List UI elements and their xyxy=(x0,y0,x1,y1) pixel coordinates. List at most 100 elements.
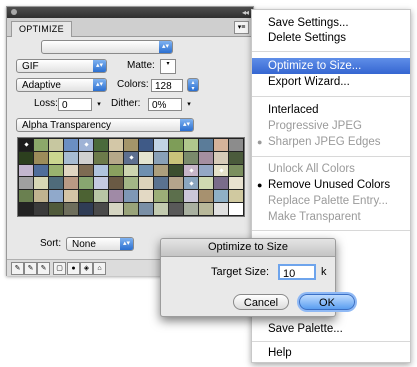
cube-icon[interactable]: ◈ xyxy=(80,262,93,275)
color-swatch[interactable] xyxy=(184,151,198,164)
format-select[interactable]: GIF ▴▾ xyxy=(16,59,107,73)
color-swatch[interactable] xyxy=(154,164,168,177)
color-swatch[interactable] xyxy=(154,139,168,151)
color-swatch[interactable] xyxy=(184,177,198,190)
color-swatch[interactable] xyxy=(94,139,108,151)
preset-select[interactable]: ▴▾ xyxy=(41,40,173,54)
color-swatch[interactable] xyxy=(139,190,153,203)
tab-optimize[interactable]: OPTIMIZE xyxy=(11,21,72,37)
color-swatch[interactable] xyxy=(34,190,48,203)
delete-color-icon[interactable]: ⌂ xyxy=(93,262,106,275)
target-size-input[interactable]: 10 xyxy=(278,264,316,280)
color-swatch[interactable] xyxy=(229,203,243,215)
color-swatch[interactable] xyxy=(184,164,198,177)
color-swatch[interactable] xyxy=(19,139,33,151)
matte-swatch[interactable]: ▾ xyxy=(160,59,176,74)
color-swatch[interactable] xyxy=(169,177,183,190)
colors-stepper[interactable]: ▴ ▾ xyxy=(187,78,199,92)
color-swatch[interactable] xyxy=(139,139,153,151)
menu-item-save-palette[interactable]: Save Palette... xyxy=(268,322,343,336)
color-swatch[interactable] xyxy=(214,190,228,203)
color-swatch[interactable] xyxy=(169,151,183,164)
menu-item-optimize-to-size[interactable]: Optimize to Size... xyxy=(252,58,410,74)
color-swatch[interactable] xyxy=(184,203,198,215)
color-swatch[interactable] xyxy=(94,151,108,164)
color-swatch[interactable] xyxy=(199,190,213,203)
loss-field[interactable]: 0 xyxy=(58,98,92,111)
sort-select[interactable]: None ▴▾ xyxy=(66,237,134,251)
color-swatch[interactable] xyxy=(214,203,228,215)
colors-field[interactable]: 128 xyxy=(151,79,183,92)
color-swatch[interactable] xyxy=(109,177,123,190)
color-swatch[interactable] xyxy=(124,177,138,190)
close-icon[interactable] xyxy=(11,9,17,15)
color-swatch[interactable] xyxy=(124,203,138,215)
color-swatch[interactable] xyxy=(34,164,48,177)
color-swatch[interactable] xyxy=(199,164,213,177)
color-swatch[interactable] xyxy=(109,203,123,215)
color-swatch[interactable] xyxy=(34,151,48,164)
color-swatch[interactable] xyxy=(214,177,228,190)
color-swatch[interactable] xyxy=(169,139,183,151)
color-swatch[interactable] xyxy=(154,177,168,190)
color-swatch[interactable] xyxy=(94,203,108,215)
color-swatch[interactable] xyxy=(199,177,213,190)
color-swatch[interactable] xyxy=(19,190,33,203)
menu-item-save-settings[interactable]: Save Settings... xyxy=(268,16,349,30)
color-swatch[interactable] xyxy=(64,203,78,215)
menu-item-remove-unused-colors[interactable]: Remove Unused Colors xyxy=(268,178,390,192)
menu-item-help[interactable]: Help xyxy=(268,346,292,360)
color-swatch[interactable] xyxy=(229,151,243,164)
color-swatch[interactable] xyxy=(64,164,78,177)
color-swatch[interactable] xyxy=(169,190,183,203)
color-swatch[interactable] xyxy=(169,203,183,215)
color-swatch[interactable] xyxy=(49,139,63,151)
transparency-select[interactable]: Alpha Transparency ▴▾ xyxy=(16,118,194,132)
color-swatch[interactable] xyxy=(229,190,243,203)
color-swatch[interactable] xyxy=(64,139,78,151)
color-swatch[interactable] xyxy=(154,151,168,164)
color-swatch[interactable] xyxy=(49,164,63,177)
collapse-icon[interactable]: ◂◂ xyxy=(242,7,249,18)
color-swatch[interactable] xyxy=(94,190,108,203)
color-swatch[interactable] xyxy=(19,203,33,215)
menu-item-interlaced[interactable]: Interlaced xyxy=(268,103,319,117)
color-swatch[interactable] xyxy=(94,177,108,190)
color-swatch[interactable] xyxy=(49,203,63,215)
color-swatch[interactable] xyxy=(19,164,33,177)
color-swatch[interactable] xyxy=(79,203,93,215)
color-swatch[interactable] xyxy=(64,177,78,190)
color-swatch[interactable] xyxy=(109,151,123,164)
cancel-button[interactable]: Cancel xyxy=(233,294,289,310)
menu-item-export-wizard[interactable]: Export Wizard... xyxy=(268,75,350,89)
color-swatch[interactable] xyxy=(199,139,213,151)
color-swatch[interactable] xyxy=(34,139,48,151)
color-swatch[interactable] xyxy=(124,190,138,203)
color-swatch[interactable] xyxy=(79,164,93,177)
color-swatch[interactable] xyxy=(79,139,93,151)
ok-button[interactable]: OK xyxy=(299,294,355,310)
color-swatch[interactable] xyxy=(109,139,123,151)
color-swatch[interactable] xyxy=(199,203,213,215)
color-swatch[interactable] xyxy=(64,190,78,203)
color-swatch[interactable] xyxy=(229,139,243,151)
palette-select[interactable]: Adaptive ▴▾ xyxy=(16,78,107,92)
color-swatch[interactable] xyxy=(109,190,123,203)
loss-dropdown-icon[interactable]: ▾ xyxy=(94,98,104,111)
color-swatch[interactable] xyxy=(19,151,33,164)
color-swatch[interactable] xyxy=(109,164,123,177)
edit-color-icon[interactable]: ✎ xyxy=(11,262,24,275)
color-swatch[interactable] xyxy=(169,164,183,177)
color-swatch[interactable] xyxy=(139,164,153,177)
color-swatch[interactable] xyxy=(34,177,48,190)
color-swatch[interactable] xyxy=(79,177,93,190)
color-swatch[interactable] xyxy=(124,139,138,151)
color-swatch[interactable] xyxy=(79,190,93,203)
transparent-color-icon[interactable]: ✎ xyxy=(24,262,37,275)
color-swatch[interactable] xyxy=(49,177,63,190)
color-swatch[interactable] xyxy=(199,151,213,164)
color-swatch[interactable] xyxy=(49,190,63,203)
color-swatch[interactable] xyxy=(184,139,198,151)
color-swatch[interactable] xyxy=(64,151,78,164)
color-swatch[interactable] xyxy=(94,164,108,177)
